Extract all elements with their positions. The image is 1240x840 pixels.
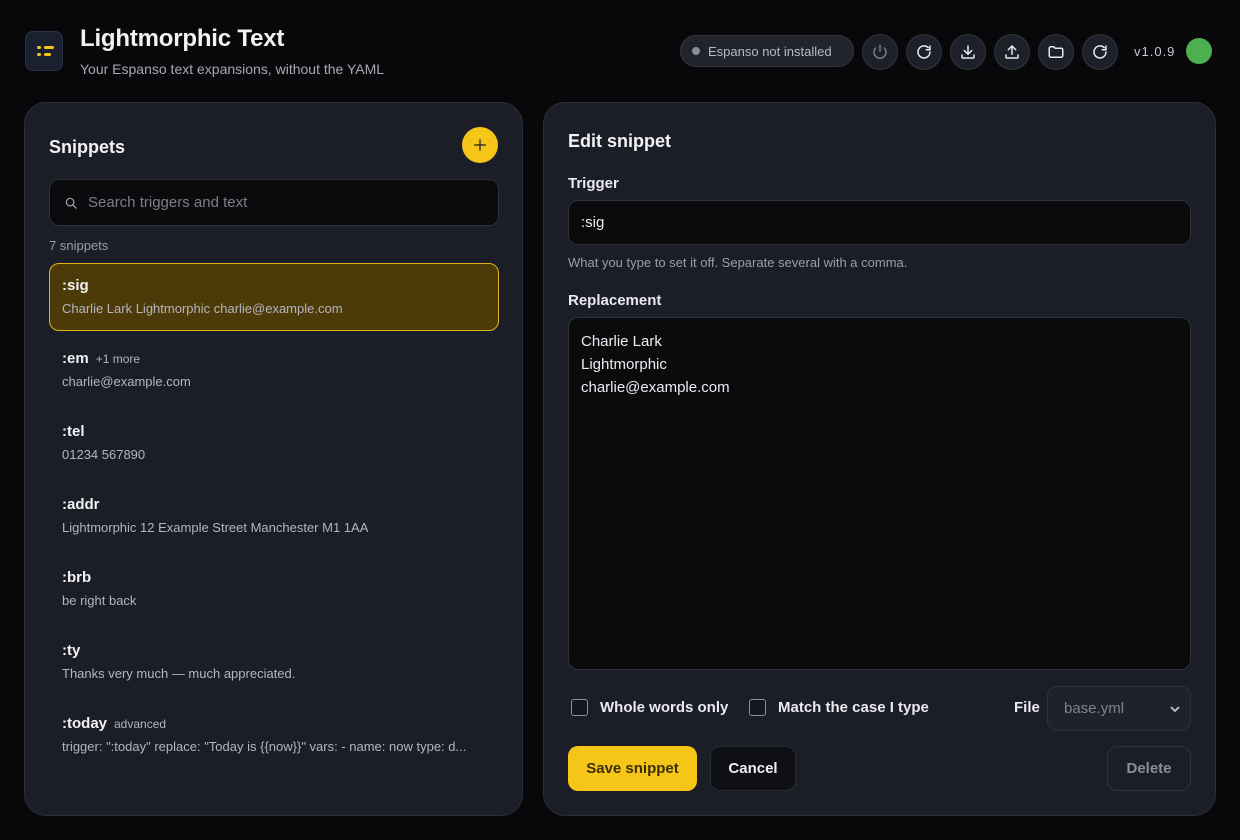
reload-icon [1093,45,1107,59]
power-icon [873,44,887,59]
whole-words-option[interactable]: Whole words only [571,699,728,716]
power-button[interactable] [862,34,898,70]
file-select-value: base.yml [1064,700,1125,717]
search-box [49,179,499,226]
snippet-preview: Lightmorphic 12 Example Street Mancheste… [62,520,369,535]
refresh-icon [917,45,931,59]
delete-button[interactable]: Delete [1107,746,1191,791]
restart-button[interactable] [906,34,942,70]
list-item[interactable]: :ty Thanks very much — much appreciated. [49,628,499,696]
trigger-label: Trigger [568,175,619,192]
app-subtitle: Your Espanso text expansions, without th… [80,61,385,77]
snippet-preview: be right back [62,593,137,608]
search-icon [65,197,77,209]
app-title: Lightmorphic Text [80,25,285,52]
folder-icon [1048,46,1064,58]
trigger-input[interactable] [568,200,1191,245]
snippet-preview: trigger: ":today" replace: "Today is {{n… [62,739,467,754]
export-button[interactable] [994,34,1030,70]
snippet-trigger: :today [62,715,107,732]
import-button[interactable] [950,34,986,70]
list-item[interactable]: :brb be right back [49,555,499,623]
plus-icon [474,139,486,151]
whole-words-label: Whole words only [600,699,729,716]
file-label: File [1014,699,1040,716]
snippet-list: :sig Charlie Lark Lightmorphic charlie@e… [49,263,499,774]
list-item[interactable]: :em +1 more charlie@example.com [49,336,499,404]
match-case-label: Match the case I type [778,699,929,716]
snippet-trigger: :addr [62,496,100,513]
replacement-label: Replacement [568,292,662,309]
file-select[interactable]: base.yml [1047,686,1191,731]
snippet-trigger: :brb [62,569,92,586]
app-logo-icon [25,31,63,71]
version-label: v1.0.9 [1134,44,1176,59]
list-item[interactable]: :sig Charlie Lark Lightmorphic charlie@e… [49,263,499,331]
list-item[interactable]: :tel 01234 567890 [49,409,499,477]
snippet-preview: Charlie Lark Lightmorphic charlie@exampl… [62,301,343,316]
snippet-preview: Thanks very much — much appreciated. [62,666,296,681]
download-icon [961,45,975,59]
edit-snippet-panel: Edit snippet Trigger What you type to se… [543,102,1216,816]
list-item[interactable]: :today advanced trigger: ":today" replace… [49,701,499,769]
chevron-down-icon [1170,706,1180,713]
snippet-trigger: :em [62,350,89,367]
upload-icon [1005,45,1019,59]
trigger-hint: What you type to set it off. Separate se… [568,255,908,270]
editor-title: Edit snippet [568,131,671,151]
status-dot-icon [692,47,700,55]
cancel-button[interactable]: Cancel [710,746,796,791]
whole-words-checkbox[interactable] [571,699,588,716]
search-input[interactable] [88,180,488,225]
snippets-title: Snippets [49,137,126,157]
snippet-preview: 01234 567890 [62,447,146,462]
status-text: Espanso not installed [708,43,832,59]
replacement-textarea[interactable]: Charlie Lark Lightmorphic charlie@exampl… [568,317,1191,670]
add-snippet-button[interactable] [462,127,498,163]
snippet-trigger: :tel [62,423,85,440]
match-case-option[interactable]: Match the case I type [749,699,929,716]
list-item[interactable]: :addr Lightmorphic 12 Example Street Man… [49,482,499,550]
espanso-status-badge: Espanso not installed [680,35,854,67]
connection-status-icon [1186,38,1212,64]
snippet-badge: advanced [114,717,167,731]
open-folder-button[interactable] [1038,34,1074,70]
reload-button[interactable] [1082,34,1118,70]
match-case-checkbox[interactable] [749,699,766,716]
snippets-panel: Snippets 7 snippets :sig Charlie Lark Li… [24,102,523,816]
snippet-trigger: :sig [62,277,89,294]
snippet-trigger: :ty [62,642,81,659]
snippet-preview: charlie@example.com [62,374,191,389]
save-snippet-button[interactable]: Save snippet [568,746,697,791]
snippet-count: 7 snippets [49,238,109,253]
snippet-badge: +1 more [95,352,141,366]
